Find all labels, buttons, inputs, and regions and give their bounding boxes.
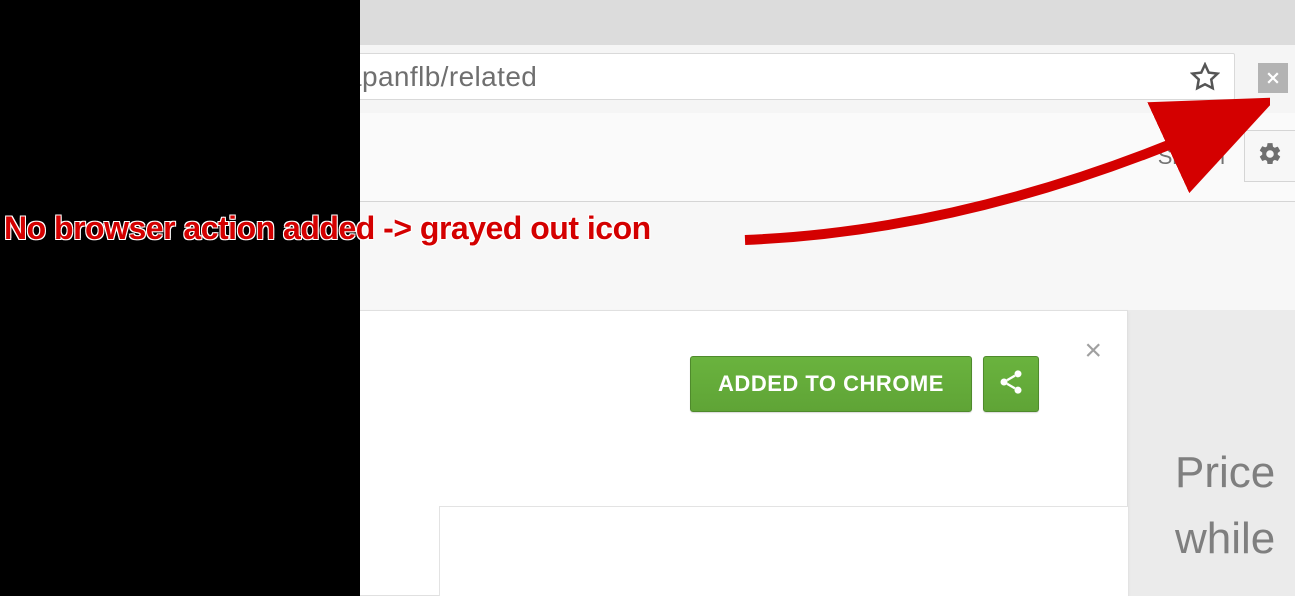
- added-to-chrome-button[interactable]: ADDED TO CHROME: [690, 356, 972, 412]
- added-button-label: ADDED TO CHROME: [718, 371, 944, 397]
- redaction-overlay: [0, 0, 360, 596]
- annotation-arrow: [740, 80, 1270, 260]
- close-icon[interactable]: ×: [1084, 336, 1102, 366]
- background-sidebar-text: Price while: [1175, 440, 1295, 572]
- popup-content-panel: [439, 506, 1129, 596]
- share-button[interactable]: [983, 356, 1039, 412]
- screenshot-stage: Sign in × ADDED TO CHROME Price while No…: [0, 0, 1295, 596]
- share-icon: [997, 368, 1025, 401]
- annotation-text: No browser action added -> grayed out ic…: [4, 210, 651, 247]
